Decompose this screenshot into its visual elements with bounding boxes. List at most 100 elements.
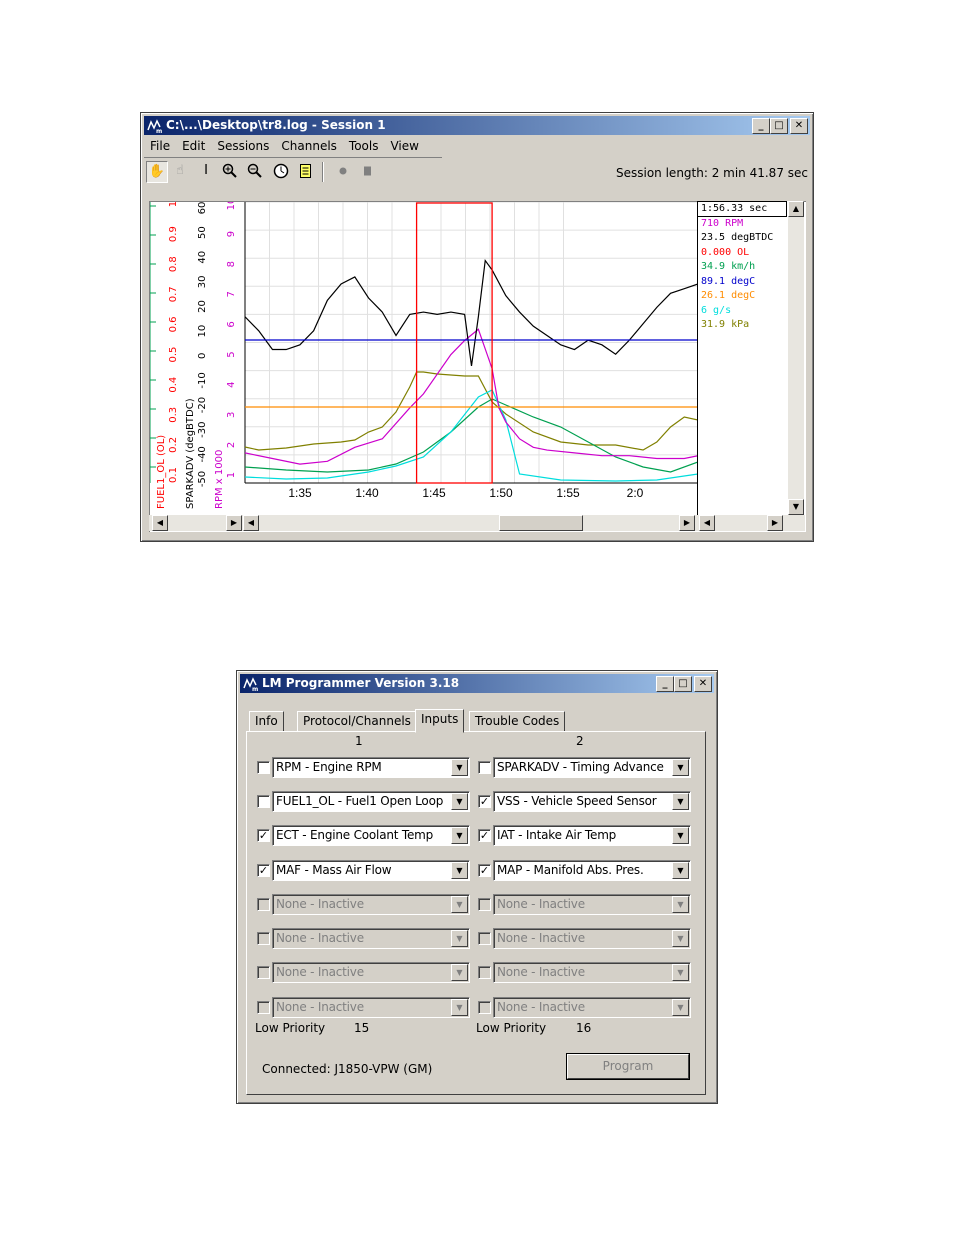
notepad-button[interactable]	[296, 161, 316, 181]
input-col2-2-checkbox[interactable]: ✓	[478, 795, 491, 808]
x-tick-label: 1:50	[489, 486, 513, 500]
y-tick-label: 5	[226, 351, 237, 357]
menu-edit[interactable]: Edit	[176, 137, 211, 153]
y-tick-label: -10	[197, 372, 208, 388]
chart-hscroll[interactable]: ◀ ▶ ◀ ▶	[149, 515, 697, 531]
input-col2-6-select: None - Inactive ▼	[493, 928, 691, 949]
zoom-out-button[interactable]	[245, 161, 265, 181]
legend-scroll-right[interactable]: ▶	[767, 515, 783, 531]
minimize-button[interactable]: _	[752, 118, 770, 134]
input-col2-3-select[interactable]: IAT - Intake Air Temp ▼	[493, 825, 691, 846]
input-col2-5-select: None - Inactive ▼	[493, 894, 691, 915]
input-col1-1-select[interactable]: RPM - Engine RPM ▼	[272, 757, 470, 778]
tab-inputs[interactable]: Inputs	[415, 709, 465, 733]
record-button[interactable]	[333, 161, 353, 181]
input-col1-3-checkbox[interactable]: ✓	[257, 829, 270, 842]
dropdown-arrow-icon[interactable]: ▼	[672, 930, 689, 947]
input-col1-1-checkbox[interactable]	[257, 761, 270, 774]
legend-entry: 6 g/s	[701, 304, 732, 316]
input-col2-3-checkbox[interactable]: ✓	[478, 829, 491, 842]
record-icon	[339, 167, 347, 175]
tab-trouble-codes[interactable]: Trouble Codes	[469, 711, 566, 732]
input-col1-2-select[interactable]: FUEL1_OL - Fuel1 Open Loop ▼	[272, 791, 470, 812]
minimize-button[interactable]: _	[656, 676, 674, 692]
y-tick-label: 0.6	[168, 316, 179, 332]
input-col2-1-select[interactable]: SPARKADV - Timing Advance ▼	[493, 757, 691, 778]
dropdown-arrow-icon[interactable]: ▼	[672, 759, 689, 776]
dropdown-arrow-icon[interactable]: ▼	[451, 896, 468, 913]
y-tick-label: -30	[197, 422, 208, 438]
dropdown-arrow-icon[interactable]: ▼	[451, 964, 468, 981]
y-tick-label: 0	[197, 353, 208, 359]
y-tick-label: -20	[197, 397, 208, 413]
input-col2-3-value: IAT - Intake Air Temp	[497, 828, 617, 842]
x-tick-label: 1:40	[355, 486, 379, 500]
pointer-hand-button[interactable]: ☝	[170, 161, 190, 181]
legend-scrollbar[interactable]: ▲ ▼	[788, 201, 804, 515]
hand-tool-button[interactable]: ✋	[146, 161, 168, 183]
menu-sessions[interactable]: Sessions	[211, 137, 275, 153]
program-button[interactable]: Program	[567, 1054, 689, 1079]
chart[interactable]: 1:35 1:40 1:45 1:50 1:55 2:0 2 FUEL1_OL (OL)0.1…	[150, 202, 698, 532]
legend-scroll-left[interactable]: ◀	[699, 515, 715, 531]
y-tick-label: 0.1	[168, 467, 179, 483]
y-tick-label: 10	[226, 202, 237, 210]
scroll-down-button[interactable]: ▼	[788, 499, 804, 515]
input-col1-4-checkbox[interactable]: ✓	[257, 864, 270, 877]
programmer-window: m LM Programmer Version 3.18 _ □ ✕ Info Pr…	[236, 670, 718, 1104]
menu-tools[interactable]: Tools	[343, 137, 385, 153]
y-tick-label: 0.8	[168, 256, 179, 272]
axis-scroll-left[interactable]: ◀	[152, 515, 168, 531]
y-tick-label: -50	[197, 471, 208, 487]
dropdown-arrow-icon[interactable]: ▼	[672, 793, 689, 810]
input-col1-8-select: None - Inactive ▼	[272, 997, 470, 1018]
scroll-up-button[interactable]: ▲	[788, 201, 804, 217]
logviewer-titlebar[interactable]: m C:\...\Desktop\tr8.log - Session 1 _ □ ✕	[144, 116, 810, 135]
dropdown-arrow-icon[interactable]: ▼	[672, 827, 689, 844]
input-col2-4-checkbox[interactable]: ✓	[478, 864, 491, 877]
stop-button[interactable]	[358, 161, 378, 181]
tab-protocol-channels[interactable]: Protocol/Channels	[297, 711, 417, 732]
programmer-titlebar[interactable]: m LM Programmer Version 3.18 _ □ ✕	[240, 674, 714, 693]
zoom-in-button[interactable]	[220, 161, 240, 181]
menu-view[interactable]: View	[384, 137, 424, 153]
chart-scroll-left[interactable]: ◀	[243, 515, 259, 531]
close-button[interactable]: ✕	[694, 676, 712, 692]
dropdown-arrow-icon[interactable]: ▼	[451, 930, 468, 947]
input-col2-4-select[interactable]: MAP - Manifold Abs. Pres. ▼	[493, 860, 691, 881]
app-logo-icon: m	[243, 677, 258, 691]
low-priority-2-value: 16	[576, 1021, 592, 1035]
dropdown-arrow-icon[interactable]: ▼	[451, 999, 468, 1016]
tab-info[interactable]: Info	[249, 711, 284, 732]
input-col1-4-select[interactable]: MAF - Mass Air Flow ▼	[272, 860, 470, 881]
close-button[interactable]: ✕	[790, 118, 808, 134]
input-col1-3-select[interactable]: ECT - Engine Coolant Temp ▼	[272, 825, 470, 846]
dropdown-arrow-icon[interactable]: ▼	[451, 862, 468, 879]
y-tick-label: 0.9	[168, 226, 179, 242]
dropdown-arrow-icon[interactable]: ▼	[672, 964, 689, 981]
dropdown-arrow-icon[interactable]: ▼	[451, 793, 468, 810]
legend-hscroll[interactable]: ◀ ▶	[697, 515, 805, 531]
chart-scroll-thumb[interactable]	[499, 515, 583, 531]
maximize-button[interactable]: □	[674, 676, 692, 692]
clock-button[interactable]	[271, 161, 291, 181]
dropdown-arrow-icon[interactable]: ▼	[672, 896, 689, 913]
dropdown-arrow-icon[interactable]: ▼	[451, 759, 468, 776]
dropdown-arrow-icon[interactable]: ▼	[672, 999, 689, 1016]
dropdown-arrow-icon[interactable]: ▼	[451, 827, 468, 844]
input-col1-4-value: MAF - Mass Air Flow	[276, 863, 392, 877]
input-col2-1-checkbox[interactable]	[478, 761, 491, 774]
axis-scroll-right[interactable]: ▶	[226, 515, 242, 531]
dropdown-arrow-icon[interactable]: ▼	[672, 862, 689, 879]
legend-entry: 34.9 km/h	[701, 261, 756, 272]
input-col1-2-checkbox[interactable]	[257, 795, 270, 808]
maximize-button[interactable]: □	[770, 118, 788, 134]
menu-file[interactable]: File	[144, 137, 176, 153]
zoom-in-icon	[222, 163, 237, 178]
input-col2-2-select[interactable]: VSS - Vehicle Speed Sensor ▼	[493, 791, 691, 812]
menu-channels[interactable]: Channels	[275, 137, 343, 153]
text-cursor-button[interactable]: I	[196, 161, 216, 181]
logviewer-title: C:\...\Desktop\tr8.log - Session 1	[166, 118, 386, 132]
y-tick-label: 3	[226, 412, 237, 418]
chart-scroll-right[interactable]: ▶	[679, 515, 695, 531]
